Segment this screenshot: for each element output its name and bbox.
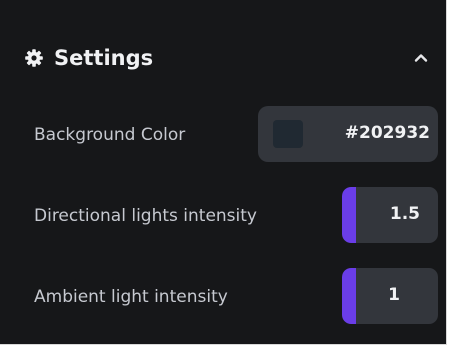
settings-panel: Settings Background Color #202932 Direct… [0,0,447,345]
directional-lights-label: Directional lights intensity [34,206,257,226]
settings-title: Settings [54,46,154,70]
background-color-row: Background Color #202932 [34,106,438,164]
background-color-picker[interactable]: #202932 [258,106,438,162]
ambient-light-row: Ambient light intensity 1 [34,268,438,326]
color-swatch[interactable] [273,120,303,148]
ambient-light-slider[interactable]: 1 [342,268,438,324]
slider-fill [342,268,356,324]
settings-header[interactable]: Settings [24,36,438,80]
slider-fill [342,187,356,243]
background-color-label: Background Color [34,125,186,145]
background-color-value: #202932 [344,123,430,143]
directional-lights-slider[interactable]: 1.5 [342,187,438,243]
ambient-light-value: 1 [388,285,400,305]
chevron-up-icon[interactable] [412,49,430,67]
directional-lights-value: 1.5 [389,204,420,224]
ambient-light-label: Ambient light intensity [34,287,228,307]
directional-lights-row: Directional lights intensity 1.5 [34,187,438,245]
gear-icon [24,48,44,68]
